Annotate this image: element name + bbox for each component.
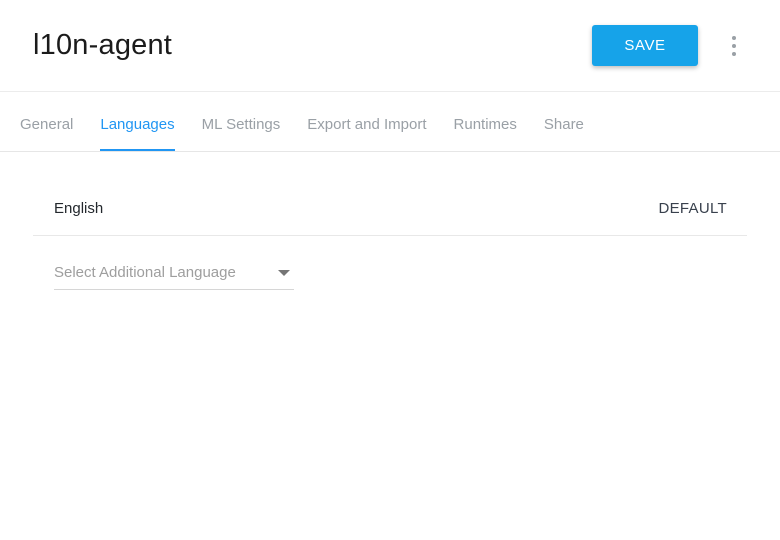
language-name: English — [54, 200, 104, 217]
language-row-english[interactable]: English DEFAULT — [33, 182, 747, 236]
add-language-select[interactable]: Select Additional Language — [54, 264, 294, 290]
kebab-menu-icon — [732, 51, 736, 56]
tab-general[interactable]: General — [20, 92, 73, 151]
default-language-badge: DEFAULT — [658, 200, 727, 217]
tab-ml-settings[interactable]: ML Settings — [202, 92, 281, 151]
tab-export-and-import[interactable]: Export and Import — [307, 92, 426, 151]
tab-languages[interactable]: Languages — [100, 92, 175, 151]
settings-tab-bar: General Languages ML Settings Export and… — [0, 92, 780, 152]
add-language-select-placeholder: Select Additional Language — [54, 264, 236, 281]
tab-share[interactable]: Share — [544, 92, 584, 151]
agent-title: l10n-agent — [33, 29, 173, 61]
languages-panel: English DEFAULT Select Additional Langua… — [0, 182, 780, 290]
kebab-menu-icon — [732, 43, 736, 48]
app-header: l10n-agent SAVE — [0, 0, 780, 92]
save-button[interactable]: SAVE — [592, 25, 698, 66]
more-options-button[interactable] — [726, 32, 742, 60]
kebab-menu-icon — [732, 35, 736, 40]
tab-runtimes[interactable]: Runtimes — [454, 92, 517, 151]
dropdown-arrow-icon — [278, 269, 290, 276]
